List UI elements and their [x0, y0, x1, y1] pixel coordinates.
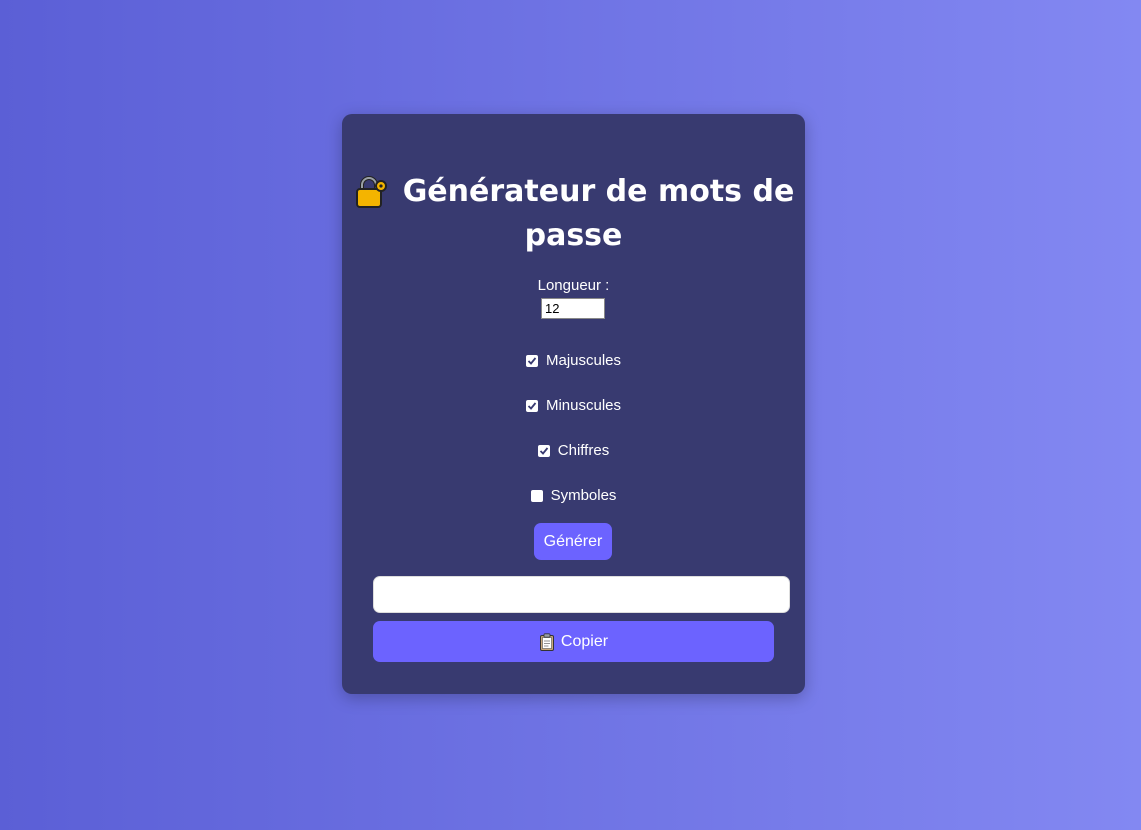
option-label: Symboles — [550, 487, 617, 504]
option-minuscules[interactable]: Minuscules — [342, 397, 805, 414]
checkbox-majuscules[interactable] — [525, 354, 538, 367]
option-label: Chiffres — [557, 442, 610, 459]
page-title: Générateur de mots de passe — [342, 170, 805, 258]
length-input[interactable] — [541, 298, 605, 319]
copy-button-label: Copier — [560, 632, 609, 650]
checkbox-symboles[interactable] — [530, 489, 543, 502]
option-symboles[interactable]: Symboles — [342, 487, 805, 504]
option-chiffres[interactable]: Chiffres — [342, 442, 805, 459]
checkbox-chiffres[interactable] — [537, 444, 550, 457]
option-label: Majuscules — [545, 352, 622, 369]
clipboard-icon — [539, 632, 555, 651]
title-text-line1: Générateur de mots de — [402, 174, 795, 209]
option-majuscules[interactable]: Majuscules — [342, 352, 805, 369]
title-text-line2: passe — [524, 218, 623, 253]
generate-button[interactable]: Générer — [534, 523, 612, 560]
option-label: Minuscules — [545, 397, 622, 414]
password-output[interactable] — [373, 576, 790, 613]
lock-with-key-icon — [353, 174, 389, 210]
length-label: Longueur : — [537, 277, 610, 294]
copy-button[interactable]: Copier — [373, 621, 774, 662]
password-generator-card: Générateur de mots de passe Longueur : M… — [342, 114, 805, 694]
checkbox-minuscules[interactable] — [525, 399, 538, 412]
